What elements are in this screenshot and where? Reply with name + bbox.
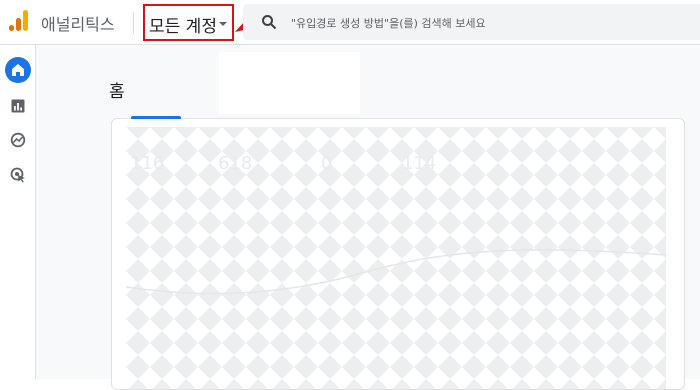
advertising-icon [10, 167, 25, 183]
nav-item-advertising[interactable] [5, 162, 31, 188]
search-bar[interactable] [243, 4, 700, 40]
account-selector-label: 모든 계정 [149, 17, 217, 37]
account-selector-button[interactable]: 모든 계정 [143, 4, 234, 41]
search-input[interactable] [289, 11, 693, 35]
loading-placeholder-pattern [126, 127, 666, 389]
header-divider [133, 12, 134, 34]
ghost-metric: 114 [402, 153, 437, 174]
side-navigation [0, 45, 36, 379]
caret-down-icon [219, 22, 227, 26]
top-bar: 애널리틱스 모든 계정 [0, 0, 700, 45]
analytics-logo-icon[interactable] [9, 9, 29, 33]
app-title: 애널리틱스 [41, 15, 115, 34]
ghost-metric: 0 [321, 153, 333, 174]
page-title: 홈 [109, 82, 125, 102]
main-content: 홈 116 618 0 114 [36, 45, 700, 390]
bar-chart-icon [11, 99, 25, 113]
nav-item-home[interactable] [5, 57, 31, 83]
ghost-metric: 618 [218, 153, 253, 174]
ghost-metric: 116 [130, 153, 165, 174]
home-icon [12, 64, 24, 76]
nav-item-reports[interactable] [5, 93, 31, 119]
loading-card: 116 618 0 114 [111, 118, 685, 390]
explore-icon [10, 132, 26, 148]
search-icon[interactable] [261, 14, 277, 30]
nav-item-explore[interactable] [5, 127, 31, 153]
blank-panel [219, 52, 360, 114]
active-tab-indicator [131, 116, 181, 119]
